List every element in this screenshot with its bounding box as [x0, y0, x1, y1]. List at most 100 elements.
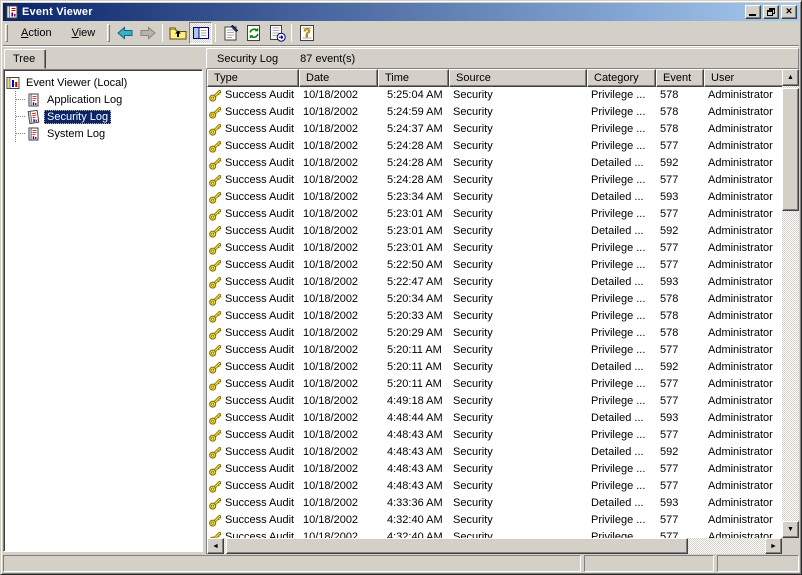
event-row[interactable]: Success Audit 10/18/2002 4:49:18 AM Secu… [207, 393, 782, 410]
tree-item-label[interactable]: Event Viewer (Local) [24, 76, 129, 90]
event-row[interactable]: Success Audit 10/18/2002 5:20:34 AM Secu… [207, 291, 782, 308]
horizontal-scroll-track[interactable] [224, 538, 765, 554]
tree-item-system-log[interactable]: System Log [16, 125, 200, 142]
menu-action[interactable]: Action [11, 24, 62, 42]
event-type-cell: Success Audit [207, 172, 299, 189]
event-user: Administrator [704, 342, 782, 359]
event-row[interactable]: Success Audit 10/18/2002 5:20:29 AM Secu… [207, 325, 782, 342]
help-button[interactable]: ? [295, 22, 318, 44]
event-id: 593 [656, 189, 704, 206]
horizontal-scrollbar[interactable]: ◄ ► [207, 538, 782, 554]
success-audit-key-icon [209, 344, 222, 357]
tab-tree[interactable]: Tree [4, 49, 46, 69]
event-row[interactable]: Success Audit 10/18/2002 5:22:50 AM Secu… [207, 257, 782, 274]
event-row[interactable]: Success Audit 10/18/2002 5:23:01 AM Secu… [207, 206, 782, 223]
event-source: Security [449, 206, 587, 223]
event-date: 10/18/2002 [299, 138, 378, 155]
column-header-date[interactable]: Date [299, 69, 378, 87]
column-header-type[interactable]: Type [207, 69, 299, 87]
minimize-button[interactable] [745, 5, 761, 19]
event-category: Privilege ... [587, 291, 656, 308]
vertical-scroll-thumb[interactable] [782, 88, 799, 211]
event-id: 577 [656, 478, 704, 495]
show-hide-console-tree-button[interactable] [189, 22, 212, 44]
up-one-level-button[interactable] [166, 22, 189, 44]
event-row[interactable]: Success Audit 10/18/2002 4:33:36 AM Secu… [207, 495, 782, 512]
event-row[interactable]: Success Audit 10/18/2002 5:23:01 AM Secu… [207, 240, 782, 257]
event-category: Detailed ... [587, 359, 656, 376]
tree-item-application-log[interactable]: Application Log [16, 91, 200, 108]
export-list-button[interactable] [265, 22, 288, 44]
event-date: 10/18/2002 [299, 325, 378, 342]
event-row[interactable]: Success Audit 10/18/2002 4:48:43 AM Secu… [207, 427, 782, 444]
tree-panel[interactable]: Event Viewer (Local) Application Log [3, 69, 203, 552]
menubar-grip[interactable] [5, 24, 8, 42]
event-row[interactable]: Success Audit 10/18/2002 5:24:28 AM Secu… [207, 138, 782, 155]
success-audit-key-icon [209, 514, 222, 527]
titlebar[interactable]: Event Viewer × [3, 3, 799, 21]
event-row[interactable]: Success Audit 10/18/2002 4:32:40 AM Secu… [207, 512, 782, 529]
menu-view[interactable]: View [62, 24, 106, 42]
scroll-left-icon: ◄ [212, 543, 219, 550]
scroll-down-button[interactable]: ▼ [782, 521, 799, 538]
column-header-time[interactable]: Time [378, 69, 449, 87]
event-type: Success Audit [225, 189, 294, 206]
close-button[interactable]: × [781, 5, 797, 19]
vertical-scrollbar[interactable]: ▲ ▼ [782, 69, 799, 538]
column-header-event[interactable]: Event [656, 69, 704, 87]
event-date: 10/18/2002 [299, 240, 378, 257]
event-row[interactable]: Success Audit 10/18/2002 4:32:40 AM Secu… [207, 529, 782, 538]
event-row[interactable]: Success Audit 10/18/2002 5:24:28 AM Secu… [207, 172, 782, 189]
event-row[interactable]: Success Audit 10/18/2002 4:48:44 AM Secu… [207, 410, 782, 427]
event-user: Administrator [704, 104, 782, 121]
event-type-cell: Success Audit [207, 512, 299, 529]
event-row[interactable]: Success Audit 10/18/2002 5:25:04 AM Secu… [207, 87, 782, 104]
column-header-source[interactable]: Source [449, 69, 587, 87]
event-source: Security [449, 104, 587, 121]
tree-item-label[interactable]: Security Log [44, 110, 111, 124]
scroll-up-button[interactable]: ▲ [782, 69, 799, 86]
tree-item-security-log[interactable]: Security Log [16, 108, 200, 125]
horizontal-scroll-thumb[interactable] [226, 538, 688, 554]
event-row[interactable]: Success Audit 10/18/2002 5:20:11 AM Secu… [207, 342, 782, 359]
event-row[interactable]: Success Audit 10/18/2002 5:23:34 AM Secu… [207, 189, 782, 206]
event-row[interactable]: Success Audit 10/18/2002 4:48:43 AM Secu… [207, 444, 782, 461]
event-type: Success Audit [225, 461, 294, 478]
event-row[interactable]: Success Audit 10/18/2002 5:22:47 AM Secu… [207, 274, 782, 291]
success-audit-key-icon [209, 191, 222, 204]
event-row[interactable]: Success Audit 10/18/2002 4:48:43 AM Secu… [207, 478, 782, 495]
export-list-icon [267, 23, 287, 43]
event-category: Privilege ... [587, 121, 656, 138]
event-source: Security [449, 512, 587, 529]
back-button[interactable] [113, 22, 136, 44]
toolbar-grip[interactable] [107, 24, 110, 42]
event-row[interactable]: Success Audit 10/18/2002 5:20:11 AM Secu… [207, 376, 782, 393]
event-row[interactable]: Success Audit 10/18/2002 4:48:43 AM Secu… [207, 461, 782, 478]
event-row[interactable]: Success Audit 10/18/2002 5:20:11 AM Secu… [207, 359, 782, 376]
event-row[interactable]: Success Audit 10/18/2002 5:24:37 AM Secu… [207, 121, 782, 138]
event-date: 10/18/2002 [299, 189, 378, 206]
properties-button[interactable] [219, 22, 242, 44]
column-header-category[interactable]: Category [587, 69, 656, 87]
event-row[interactable]: Success Audit 10/18/2002 5:24:28 AM Secu… [207, 155, 782, 172]
tab-row: Tree [3, 48, 203, 69]
tree-item-label[interactable]: Application Log [44, 93, 125, 107]
tree-item-label[interactable]: System Log [44, 127, 108, 141]
event-type-cell: Success Audit [207, 189, 299, 206]
refresh-button[interactable] [242, 22, 265, 44]
event-type: Success Audit [225, 308, 294, 325]
restore-button[interactable] [763, 5, 779, 19]
event-user: Administrator [704, 512, 782, 529]
event-category: Privilege ... [587, 529, 656, 538]
event-time: 5:20:11 AM [378, 359, 449, 376]
log-book-icon [26, 93, 40, 107]
vertical-scroll-track[interactable] [782, 86, 799, 521]
event-row[interactable]: Success Audit 10/18/2002 5:20:33 AM Secu… [207, 308, 782, 325]
event-row[interactable]: Success Audit 10/18/2002 5:24:59 AM Secu… [207, 104, 782, 121]
tree-item-event-viewer-local[interactable]: Event Viewer (Local) [6, 74, 200, 91]
event-time: 5:24:28 AM [378, 138, 449, 155]
event-source: Security [449, 529, 587, 538]
event-row[interactable]: Success Audit 10/18/2002 5:23:01 AM Secu… [207, 223, 782, 240]
column-header-user[interactable]: User [704, 69, 782, 87]
event-user: Administrator [704, 206, 782, 223]
